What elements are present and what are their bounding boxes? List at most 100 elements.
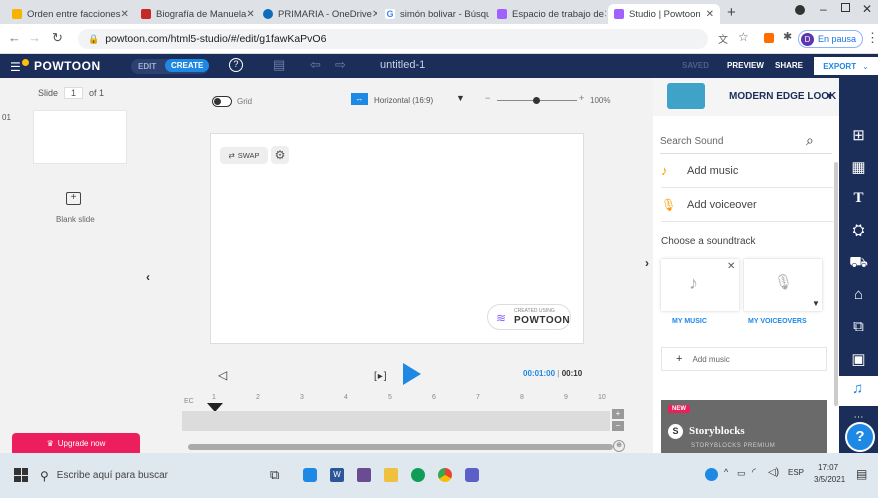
timeline-zoom-out-icon[interactable]: − (612, 421, 624, 431)
props-icon[interactable]: ⛟ (839, 254, 878, 273)
undo-icon[interactable]: ⇦ (310, 57, 321, 73)
orientation-label[interactable]: Horizontal (16:9) (374, 96, 433, 105)
my-music-label[interactable]: MY MUSIC (672, 318, 707, 325)
help-chat-button[interactable]: ? (845, 422, 875, 452)
slide-number-input[interactable]: 1 (64, 87, 84, 99)
app-icon[interactable] (357, 468, 371, 482)
orientation-caret-icon[interactable]: ▼ (456, 93, 465, 103)
panel-scrollbar[interactable] (834, 162, 838, 406)
new-tab-icon[interactable]: + (727, 4, 736, 21)
language-indicator[interactable]: ESP (788, 468, 804, 477)
text-icon[interactable]: T (839, 190, 878, 207)
clock-time[interactable]: 17:07 (818, 463, 838, 472)
notes-icon[interactable]: ▤ (273, 57, 285, 73)
powtoon-logo[interactable]: POWTOON (34, 59, 101, 73)
characters-icon[interactable]: ⛭ (839, 222, 878, 239)
edge-icon[interactable] (411, 468, 425, 482)
word-icon[interactable]: W (330, 468, 344, 482)
profile-button[interactable]: D En pausa (798, 30, 864, 48)
zoom-thumb[interactable] (533, 97, 540, 104)
close-icon[interactable]: ✕ (706, 9, 714, 20)
play-icon[interactable] (403, 363, 421, 385)
slide-canvas[interactable]: ⇄ SWAP ⚙ ≋ CREATED USING POWTOON (210, 133, 584, 344)
layout-icon[interactable]: ⊞ (839, 126, 878, 144)
upgrade-button[interactable]: ♛ Upgrade now (12, 433, 140, 453)
teams-icon[interactable] (465, 468, 479, 482)
windows-start-icon[interactable] (14, 468, 28, 482)
tray-chevron-icon[interactable]: ^ (724, 467, 728, 477)
close-icon[interactable]: ✕ (727, 261, 735, 272)
tab-studio-powtoon[interactable]: Studio | Powtoon ✕ (608, 4, 720, 24)
notifications-icon[interactable]: ▤ (856, 467, 867, 481)
close-icon[interactable]: ✕ (372, 9, 377, 20)
volume-icon[interactable]: ◁) (768, 467, 779, 478)
tab-onedrive[interactable]: PRIMARIA - OneDrive ✕ (257, 4, 377, 24)
menu-icon[interactable]: ⋮ (866, 30, 878, 46)
close-icon[interactable]: ✕ (604, 9, 606, 20)
add-voiceover-row[interactable]: 🎙 Add voiceover (661, 198, 833, 212)
background-pattern-icon[interactable]: ▦ (839, 158, 878, 176)
zoom-in-icon[interactable]: + (579, 93, 584, 103)
reload-icon[interactable]: ↻ (52, 30, 63, 46)
horizontal-scrollbar[interactable] (188, 444, 613, 450)
collapse-right-icon[interactable]: › (645, 256, 649, 270)
storyblocks-card[interactable]: NEW S Storyblocks STORYBLOCKS PREMIUM (661, 400, 827, 453)
help-icon[interactable]: ? (229, 58, 243, 72)
task-view-icon[interactable]: ⧉ (270, 467, 279, 483)
tab-biografia[interactable]: Biografía de Manuela ✕ (135, 4, 255, 24)
close-icon[interactable]: ✕ (120, 9, 128, 20)
style-header[interactable]: MODERN EDGE LOOK ▼ (653, 78, 839, 116)
preview-button[interactable]: PREVIEW (727, 61, 764, 70)
timeline-zoom-in-icon[interactable]: + (612, 409, 624, 419)
extension-icon[interactable] (764, 33, 774, 43)
scroll-end-icon[interactable]: ⊕ (613, 440, 625, 452)
mode-toggle[interactable]: EDIT CREATE (131, 59, 210, 74)
create-mode-button[interactable]: CREATE (165, 59, 210, 72)
my-voiceovers-label[interactable]: MY VOICEOVERS (748, 318, 807, 325)
add-music-row[interactable]: ♪ Add music (661, 163, 833, 178)
battery-icon[interactable]: ▭ (737, 468, 746, 479)
maximize-icon[interactable] (841, 3, 850, 12)
swap-button[interactable]: ⇄ SWAP (220, 147, 268, 164)
my-voiceovers-card[interactable]: 🎙 ▼ (744, 259, 822, 311)
tab-busqueda[interactable]: G simón bolivar - Búsqu ✕ (379, 4, 489, 24)
play-scene-icon[interactable]: [▸] (374, 371, 388, 382)
grid-toggle[interactable] (212, 96, 232, 107)
chrome-icon[interactable] (438, 468, 452, 482)
app-icon[interactable] (303, 468, 317, 482)
zoom-slider[interactable] (497, 97, 577, 104)
video-icon[interactable]: ▣ (839, 350, 878, 368)
add-music-small-button[interactable]: + Add music (661, 347, 827, 371)
clock-date[interactable]: 3/5/2021 (814, 475, 845, 484)
back-icon[interactable]: ← (8, 30, 21, 45)
minimize-icon[interactable]: – (820, 2, 827, 16)
collapse-left-icon[interactable]: ‹ (146, 270, 150, 284)
slide-thumbnail[interactable] (33, 110, 127, 164)
puzzle-icon[interactable]: ✱ (783, 30, 792, 43)
gear-icon[interactable]: ⚙ (271, 146, 289, 164)
timeline-track[interactable] (182, 411, 610, 431)
tray-app-icon[interactable] (705, 468, 718, 481)
window-close-icon[interactable]: ✕ (862, 2, 872, 16)
wifi-icon[interactable]: ◜ (752, 467, 756, 478)
search-icon[interactable]: ⌕ (806, 132, 814, 149)
sound-tab[interactable]: ♫ (839, 376, 878, 406)
chevron-down-icon[interactable]: ▼ (825, 91, 834, 101)
zoom-out-icon[interactable]: − (485, 93, 490, 103)
edit-mode-button[interactable]: EDIT (135, 60, 159, 73)
my-music-card[interactable]: ♪ ✕ (661, 259, 739, 311)
media-icon[interactable] (795, 5, 805, 15)
tab-espacio[interactable]: Espacio de trabajo de ✕ (491, 4, 606, 24)
file-explorer-icon[interactable] (384, 468, 398, 482)
share-button[interactable]: SHARE (775, 61, 803, 70)
add-slide-icon[interactable]: + (66, 192, 81, 205)
hamburger-icon[interactable]: ☰ (10, 60, 21, 74)
shapes-icon[interactable]: ⌂ (839, 286, 878, 303)
search-sound-input[interactable]: Search Sound ⌕ (660, 130, 832, 154)
forward-icon[interactable]: → (28, 30, 41, 45)
blank-slide-label[interactable]: Blank slide (56, 215, 95, 224)
close-icon[interactable]: ✕ (246, 9, 254, 20)
redo-icon[interactable]: ⇨ (335, 57, 346, 73)
aspect-icon[interactable]: ↔ (351, 93, 368, 105)
export-button[interactable]: EXPORT ⌄ (814, 57, 878, 75)
